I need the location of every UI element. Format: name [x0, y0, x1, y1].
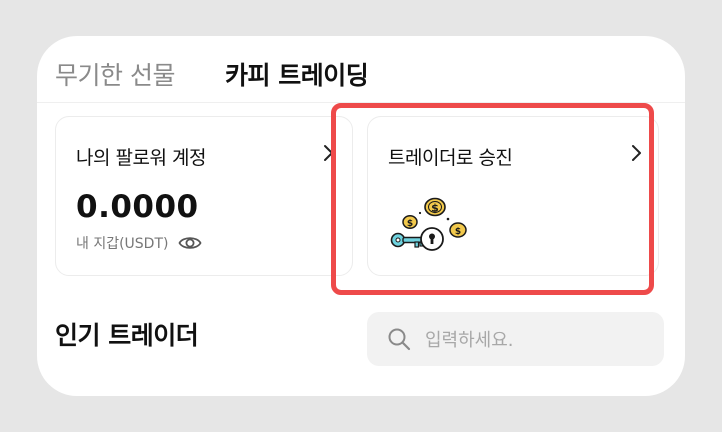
popular-traders-heading: 인기 트레이더	[55, 321, 199, 350]
trader-search-box[interactable]	[367, 312, 664, 368]
tab-copy-trading[interactable]: 카피 트레이딩	[225, 56, 369, 92]
follower-account-panel[interactable]: 나의 팔로워 계정 0.0000 내 지갑(USDT)	[55, 116, 353, 276]
highlight-frame	[331, 103, 654, 295]
search-input[interactable]	[423, 312, 657, 368]
search-icon	[388, 328, 411, 351]
follower-account-title: 나의 팔로워 계정	[76, 147, 206, 169]
eye-icon[interactable]	[178, 234, 203, 252]
tab-bar: 무기한 선물 카피 트레이딩	[37, 36, 685, 103]
tab-perpetual-futures[interactable]: 무기한 선물	[55, 56, 175, 92]
balance-value: 0.0000	[76, 189, 199, 225]
wallet-label: 내 지갑(USDT)	[76, 236, 169, 252]
wallet-row: 내 지갑(USDT)	[76, 231, 203, 255]
